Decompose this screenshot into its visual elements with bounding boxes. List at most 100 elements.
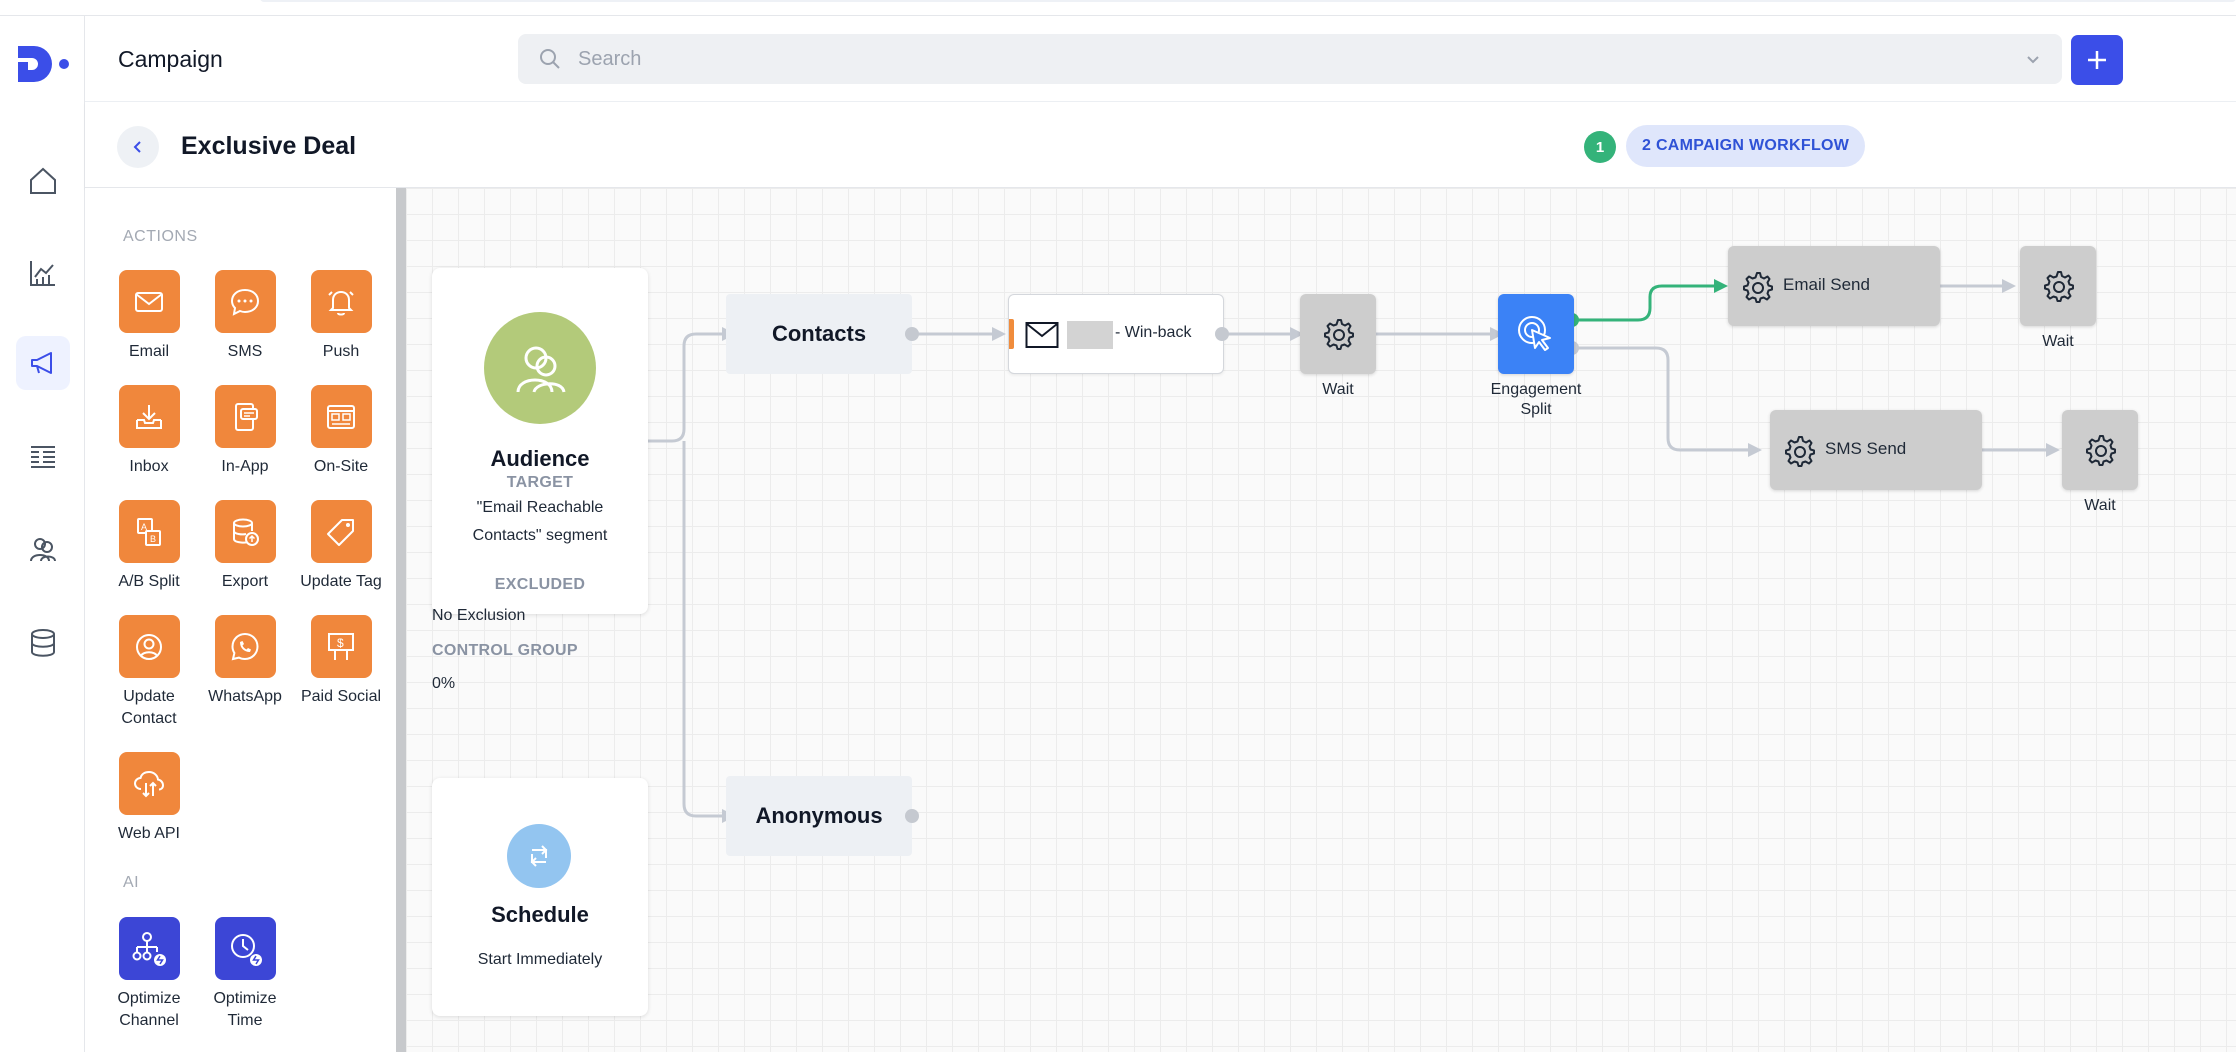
nav-data[interactable] [16, 616, 70, 670]
billboard-dollar-icon: $ [310, 615, 372, 678]
workflow-step-badge[interactable]: 2 CAMPAIGN WORKFLOW [1626, 125, 1866, 167]
ab-split-icon: AB [118, 500, 180, 563]
action-label: Web API [118, 825, 180, 842]
connector-handle[interactable] [905, 809, 919, 823]
bell-icon [310, 270, 372, 333]
action-label: Inbox [129, 458, 169, 475]
actions-section-label: ACTIONS [123, 228, 198, 245]
audience-card[interactable]: Audience TARGET "Email Reachable Contact… [432, 268, 648, 614]
action-update-contact[interactable]: Update Contact [101, 615, 197, 730]
action-label: A/B Split [118, 573, 180, 590]
repeat-icon [507, 824, 571, 888]
sms-send-node[interactable]: SMS Send [1770, 410, 1982, 490]
nav-audience[interactable] [16, 522, 70, 576]
database-upload-icon [214, 500, 276, 563]
browser-layout-icon [310, 385, 372, 448]
target-label: TARGET [506, 474, 574, 491]
sms-send-label: SMS Send [1825, 439, 1907, 458]
browser-address-strip [260, 0, 2236, 2]
back-button[interactable] [117, 126, 159, 168]
brand-logo [18, 46, 69, 82]
nav-home[interactable] [16, 154, 70, 208]
tag-icon [310, 500, 372, 563]
megaphone-icon [31, 352, 52, 374]
action-inbox[interactable]: Inbox [101, 385, 197, 478]
nav-content[interactable] [16, 430, 70, 484]
action-label: Export [221, 573, 269, 590]
ai-section-label: AI [123, 874, 140, 891]
control-group-value: 0% [432, 675, 456, 692]
wait-node[interactable] [2062, 410, 2138, 490]
excluded-value: No Exclusion [432, 607, 526, 624]
action-optimize-channel[interactable]: Optimize Channel [101, 917, 197, 1032]
action-label: WhatsApp [208, 688, 282, 705]
inbox-download-icon [118, 385, 180, 448]
chat-bubble-icon [214, 270, 276, 333]
chart-icon [30, 261, 55, 286]
schedule-title: Schedule [491, 902, 589, 927]
plus-icon [2088, 51, 2106, 69]
contacts-node[interactable]: Contacts [726, 294, 912, 374]
email-node-label: - Win-back [1115, 324, 1192, 341]
list-icon [31, 446, 55, 468]
redacted-email-name [1067, 321, 1113, 349]
action-on-site[interactable]: On-Site [293, 385, 389, 478]
action-label: On-Site [313, 458, 369, 475]
email-node-accent [1009, 319, 1014, 349]
browser-strip [0, 0, 2236, 16]
target-value: "Email Reachable Contacts" segment [472, 499, 608, 544]
action-optimize-time[interactable]: Optimize Time [197, 917, 293, 1032]
users-icon [30, 538, 56, 562]
action-export[interactable]: Export [197, 500, 293, 593]
engagement-split-node[interactable] [1498, 294, 1574, 374]
channel-tree-icon [118, 917, 180, 980]
gear-icon [2086, 435, 2116, 466]
panel-scrollbar[interactable] [396, 188, 406, 1052]
action-label: Optimize Channel [117, 990, 181, 1029]
action-label: Email [128, 343, 169, 360]
chevron-down-icon[interactable] [2024, 50, 2042, 68]
email-node[interactable]: - Win-back [1008, 294, 1224, 374]
add-button[interactable] [2071, 35, 2123, 85]
cursor-click-icon [1518, 316, 1551, 351]
search-input[interactable]: Search [518, 34, 2062, 84]
action-in-app[interactable]: In-App [197, 385, 293, 478]
clock-icon [214, 917, 276, 980]
home-icon [30, 167, 56, 194]
wait-node[interactable] [2020, 246, 2096, 326]
user-circle-icon [118, 615, 180, 678]
gear-icon [1785, 436, 1815, 467]
action-paid-social[interactable]: $ Paid Social [293, 615, 389, 708]
action-label: Update Contact [121, 688, 177, 727]
schedule-value: Start Immediately [477, 951, 603, 968]
database-icon [31, 629, 55, 657]
svg-text:B: B [150, 534, 156, 544]
action-web-api[interactable]: Web API [101, 752, 197, 845]
whatsapp-icon [214, 615, 276, 678]
nav-analytics[interactable] [16, 246, 70, 300]
action-push[interactable]: Push [293, 270, 389, 363]
audience-title: Audience [490, 446, 590, 471]
action-label: Optimize Time [213, 990, 277, 1029]
step-number-badge[interactable]: 1 [1584, 131, 1616, 163]
schedule-card[interactable]: Schedule Start Immediately [432, 778, 648, 1016]
nav-campaign[interactable] [16, 336, 70, 390]
connector-handle[interactable] [905, 327, 919, 341]
gear-icon [2044, 271, 2074, 302]
engagement-split-label: Engagement Split [1490, 381, 1582, 418]
wait-node[interactable] [1300, 294, 1376, 374]
action-sms[interactable]: SMS [197, 270, 293, 363]
action-email[interactable]: Email [101, 270, 197, 363]
action-ab-split[interactable]: AB A/B Split [101, 500, 197, 593]
action-update-tag[interactable]: Update Tag [293, 500, 389, 593]
cloud-api-icon [118, 752, 180, 815]
app-title: Campaign [118, 46, 223, 72]
connector-handle[interactable] [1215, 327, 1229, 341]
excluded-label: EXCLUDED [494, 576, 586, 593]
search-icon [540, 49, 560, 69]
anonymous-node[interactable]: Anonymous [726, 776, 912, 856]
workflow-canvas[interactable]: Audience TARGET "Email Reachable Contact… [406, 188, 2236, 1052]
email-send-label: Email Send [1783, 275, 1870, 294]
action-whatsapp[interactable]: WhatsApp [197, 615, 293, 708]
email-send-node[interactable]: Email Send [1728, 246, 1940, 326]
